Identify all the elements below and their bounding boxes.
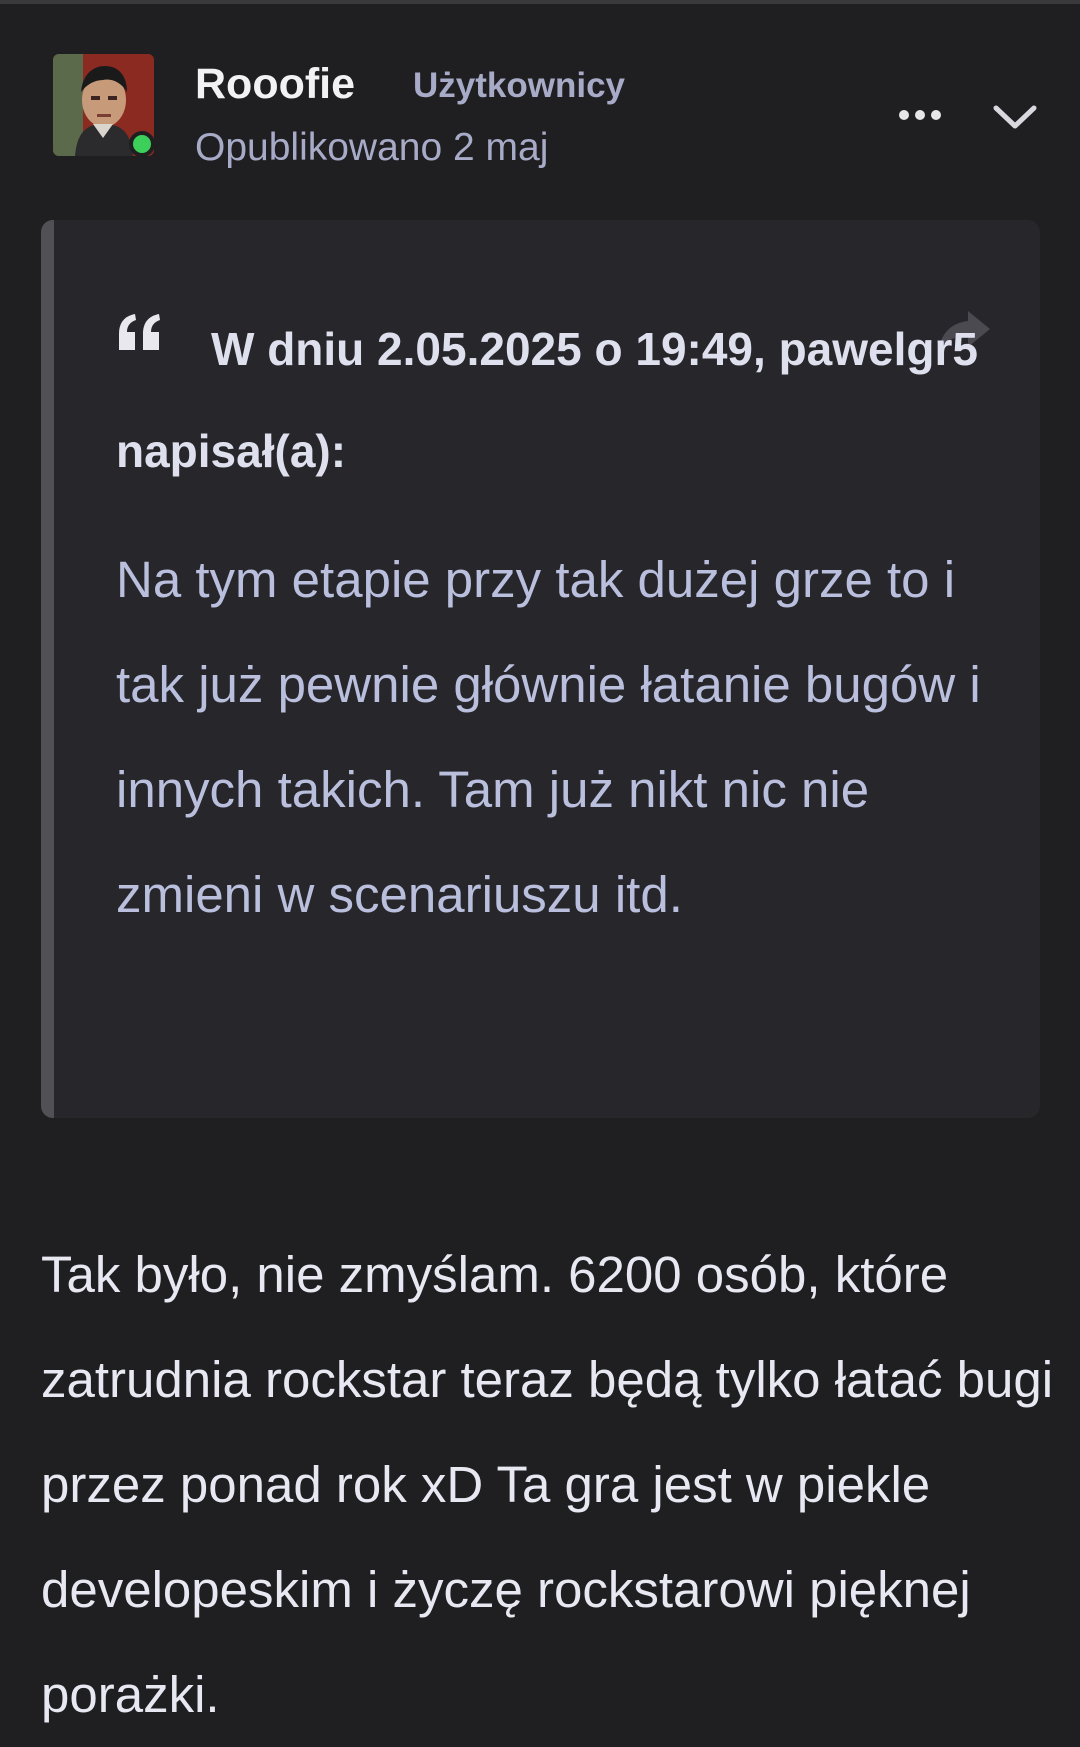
quote-text: Na tym etapie przy tak dużej grze to i t… [116, 551, 981, 923]
more-horizontal-icon [899, 110, 941, 120]
chevron-down-icon [993, 105, 1037, 128]
collapse-post-button[interactable] [990, 95, 1040, 140]
author-group-label: Użytkownicy [413, 66, 625, 105]
quote-side-bar [41, 220, 54, 1118]
post-header: Rooofie Użytkownicy Opublikowano 2 maj [0, 0, 1080, 190]
quote-citation: W dniu 2.05.2025 o 19:49, pawelgr5 napis… [116, 323, 978, 477]
quote-block: W dniu 2.05.2025 o 19:49, pawelgr5 napis… [41, 220, 1040, 1118]
post-content: Tak było, nie zmyślam. 6200 osób, które … [41, 1246, 1054, 1723]
author-name[interactable]: Rooofie [195, 60, 355, 109]
online-status-indicator [129, 131, 155, 157]
post-date[interactable]: Opublikowano 2 maj [195, 126, 548, 170]
more-options-button[interactable] [895, 95, 945, 135]
